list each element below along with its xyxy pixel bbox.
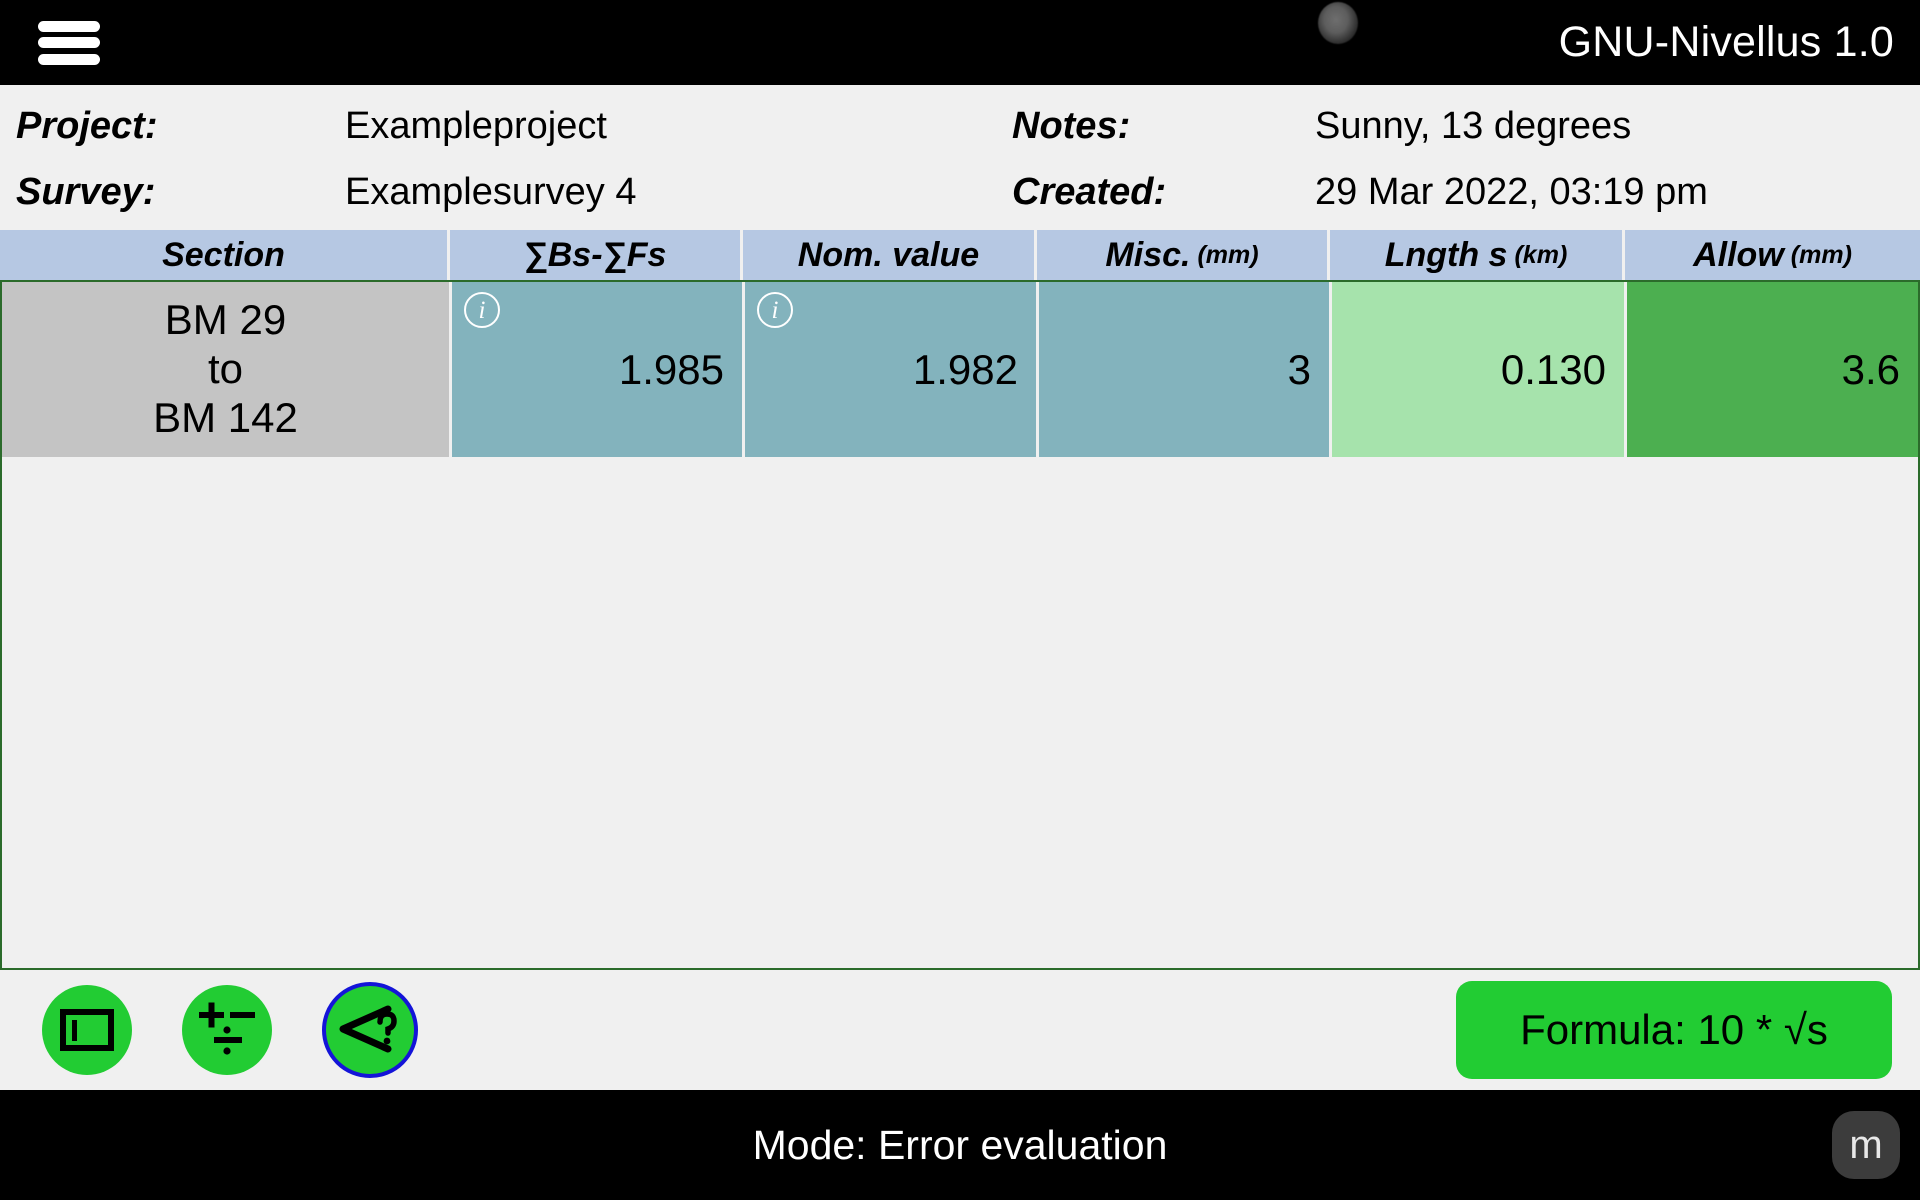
created-label: Created: (1012, 171, 1167, 214)
column-header-length-unit: (km) (1514, 240, 1568, 269)
notes-value: Sunny, 13 degrees (1315, 104, 1632, 147)
app-root: GNU-Nivellus 1.0 Project: Exampleproject… (0, 0, 1920, 1200)
cell-allow[interactable]: 3.6 (1627, 282, 1918, 457)
section-view-button[interactable] (42, 985, 132, 1075)
project-value: Exampleproject (345, 104, 607, 147)
cell-nom-value[interactable]: i 1.982 (745, 282, 1039, 457)
created-value: 29 Mar 2022, 03:19 pm (1315, 171, 1708, 214)
column-header-section-label: Section (162, 235, 285, 274)
cell-section[interactable]: BM 29 to BM 142 (2, 282, 452, 457)
status-bar: Mode: Error evaluation m (0, 1090, 1920, 1200)
hamburger-menu-icon[interactable] (38, 18, 100, 68)
cell-misc[interactable]: 3 (1039, 282, 1332, 457)
hamburger-bar-3 (38, 53, 100, 65)
info-circle-icon[interactable]: i (757, 292, 793, 328)
app-title: GNU-Nivellus 1.0 (1558, 18, 1894, 66)
column-header-allow[interactable]: Allow (mm) (1625, 230, 1920, 280)
survey-value: Examplesurvey 4 (345, 171, 637, 214)
mode-status-text: Mode: Error evaluation (752, 1121, 1168, 1168)
cell-bs-fs[interactable]: i 1.985 (452, 282, 745, 457)
calculate-button[interactable] (182, 985, 272, 1075)
column-header-allow-unit: (mm) (1790, 240, 1852, 269)
hamburger-bar-2 (38, 37, 100, 48)
column-header-misc-unit: (mm) (1197, 240, 1259, 269)
cell-allow-value: 3.6 (1841, 345, 1900, 393)
unit-badge[interactable]: m (1832, 1111, 1900, 1179)
cell-misc-value: 3 (1287, 345, 1311, 393)
hamburger-bar-1 (38, 20, 100, 32)
sections-table: Section ∑Bs-∑Fs Nom. value Misc. (mm) Ln… (0, 230, 1920, 970)
cell-nom-value-value: 1.982 (912, 345, 1018, 393)
column-header-bs-fs[interactable]: ∑Bs-∑Fs (450, 230, 743, 280)
plus-minus-divide-icon (199, 1002, 255, 1055)
column-header-allow-label: Allow (1693, 235, 1784, 274)
column-header-bs-fs-label: ∑Bs-∑Fs (523, 235, 667, 274)
cell-bs-fs-value: 1.985 (618, 345, 724, 393)
table-row[interactable]: BM 29 to BM 142 i 1.985 i 1.982 3 0.130 (2, 282, 1918, 457)
section-connector: to (207, 345, 244, 393)
table-header-row: Section ∑Bs-∑Fs Nom. value Misc. (mm) Ln… (0, 230, 1920, 280)
sections-list[interactable]: BM 29 to BM 142 i 1.985 i 1.982 3 0.130 (0, 280, 1920, 970)
survey-meta-panel: Project: Exampleproject Notes: Sunny, 13… (0, 85, 1920, 230)
cell-length-value: 0.130 (1500, 345, 1606, 393)
less-than-question-icon (339, 1005, 397, 1053)
info-circle-icon[interactable]: i (464, 292, 500, 328)
column-header-length[interactable]: Lngth s (km) (1330, 230, 1625, 280)
action-bar: Formula: 10 * √s (0, 970, 1920, 1090)
camera-lens-icon (1318, 2, 1358, 44)
app-bar: GNU-Nivellus 1.0 (0, 0, 1920, 85)
section-to: BM 142 (153, 393, 298, 441)
column-header-nom-value-label: Nom. value (797, 235, 980, 274)
formula-button[interactable]: Formula: 10 * √s (1456, 981, 1892, 1079)
column-header-section[interactable]: Section (0, 230, 450, 280)
column-header-length-label: Lngth s (1384, 235, 1508, 274)
rectangle-bar-icon (60, 1009, 114, 1051)
project-label: Project: (16, 104, 158, 147)
tolerance-check-button[interactable] (322, 982, 418, 1078)
column-header-misc[interactable]: Misc. (mm) (1037, 230, 1330, 280)
section-from: BM 29 (164, 296, 287, 344)
notes-label: Notes: (1012, 104, 1131, 147)
survey-label: Survey: (16, 171, 156, 214)
column-header-nom-value[interactable]: Nom. value (743, 230, 1037, 280)
column-header-misc-label: Misc. (1105, 235, 1191, 274)
cell-length[interactable]: 0.130 (1332, 282, 1627, 457)
